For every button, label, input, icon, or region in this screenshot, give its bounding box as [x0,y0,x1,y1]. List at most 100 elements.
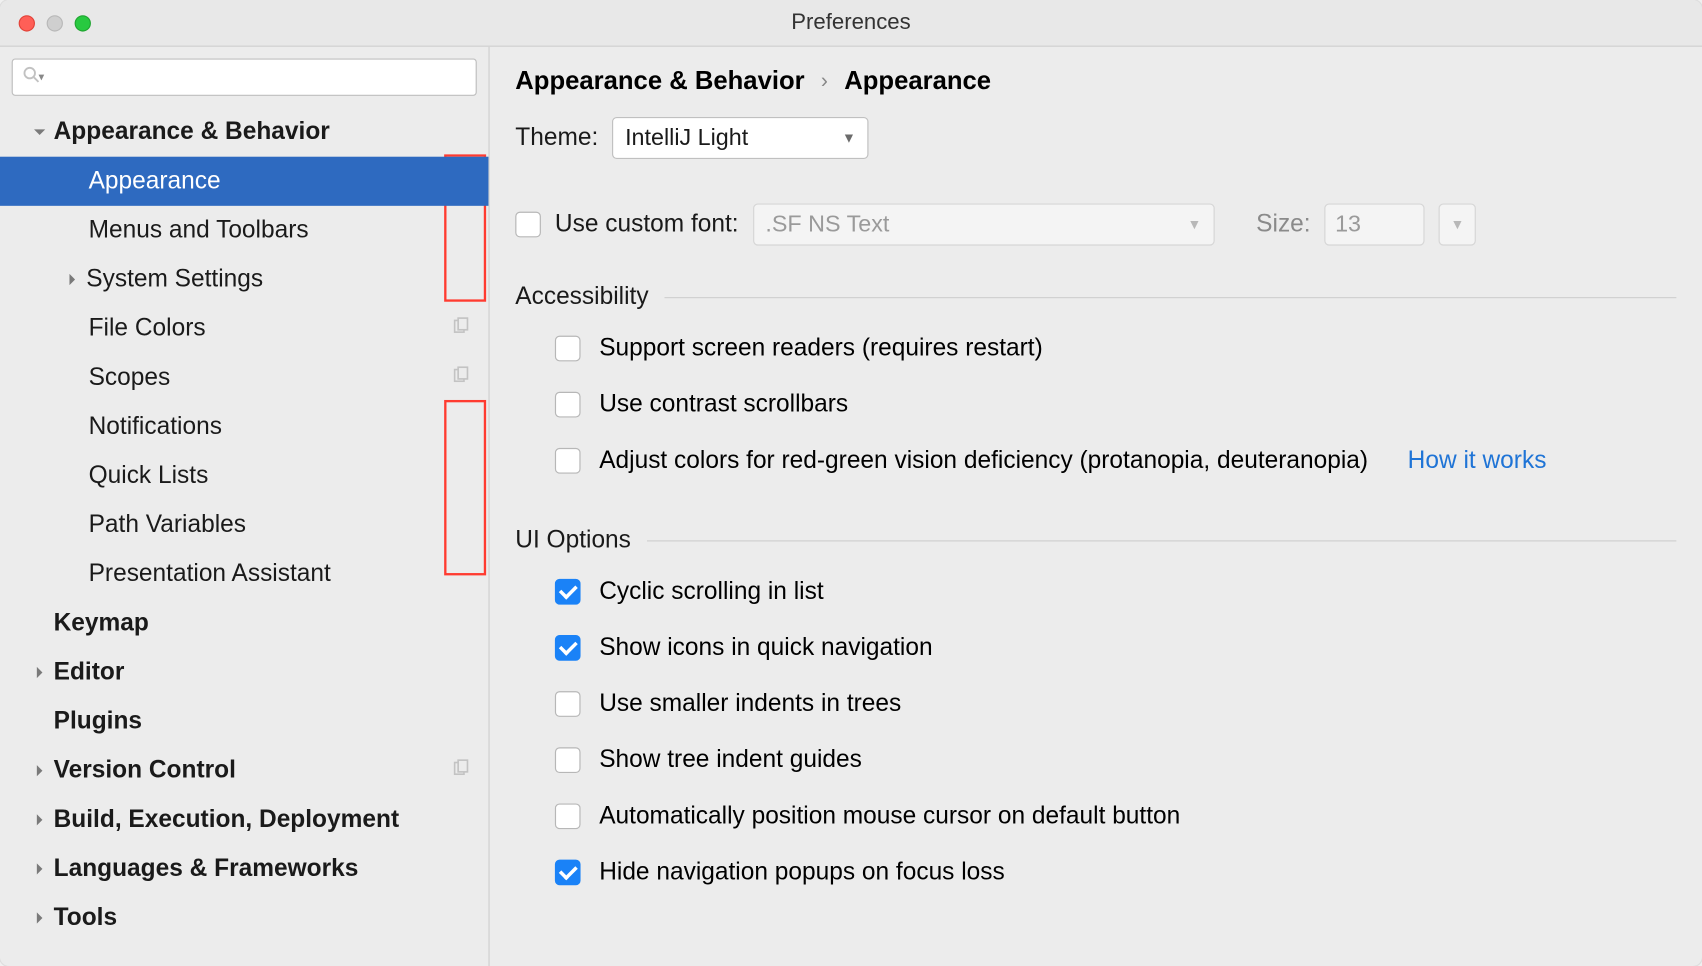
project-level-icon [451,757,470,785]
font-size-value: 13 [1335,211,1361,238]
tree-item[interactable]: Plugins [0,697,488,746]
ui-option-label: Show icons in quick navigation [599,634,932,662]
ui-option-row: Hide navigation popups on focus loss [515,844,1676,900]
font-value: .SF NS Text [765,211,889,238]
use-custom-font-checkbox[interactable] [515,212,541,238]
traffic-lights [19,15,91,31]
how-it-works-link[interactable]: How it works [1408,447,1547,475]
breadcrumb-root[interactable]: Appearance & Behavior [515,65,804,95]
font-size-dropdown[interactable]: ▼ [1439,203,1476,245]
theme-row: Theme: IntelliJ Light ▼ [515,117,1676,159]
accessibility-label: Use contrast scrollbars [599,391,848,419]
tree-item[interactable]: Languages & Frameworks [0,844,488,893]
search-input-wrap[interactable]: ▾ [12,58,477,95]
accessibility-row: Support screen readers (requires restart… [515,320,1676,376]
divider [665,296,1676,297]
tree-item-label: Menus and Toolbars [89,216,489,244]
tree-item-label: Appearance & Behavior [54,118,489,146]
chevron-down-icon [26,125,54,139]
ui-option-row: Cyclic scrolling in list [515,564,1676,620]
tree-item[interactable]: Editor [0,648,488,697]
ui-options-title: UI Options [515,526,631,554]
tree-item-label: Editor [54,658,489,686]
tree-item-label: Plugins [54,708,489,736]
accessibility-row: Adjust colors for red-green vision defic… [515,433,1676,489]
accessibility-label: Support screen readers (requires restart… [599,334,1043,362]
ui-option-checkbox[interactable] [555,635,581,661]
tree-item[interactable]: Quick Lists [0,451,488,500]
font-select[interactable]: .SF NS Text ▼ [753,203,1215,245]
tree-item-label: Presentation Assistant [89,560,489,588]
accessibility-checkbox[interactable] [555,392,581,418]
close-window-button[interactable] [19,15,35,31]
ui-option-checkbox[interactable] [555,579,581,605]
ui-option-label: Use smaller indents in trees [599,690,901,718]
tree-item[interactable]: Version Control [0,746,488,795]
minimize-window-button[interactable] [47,15,63,31]
theme-value: IntelliJ Light [625,125,748,152]
ui-options-section: UI Options [515,526,1676,554]
theme-label: Theme: [515,124,598,152]
zoom-window-button[interactable] [75,15,91,31]
tree-item-label: Tools [54,904,489,932]
accessibility-label: Adjust colors for red-green vision defic… [599,447,1368,475]
tree-item[interactable]: Keymap [0,599,488,648]
search-icon [22,65,41,90]
tree-item-label: Version Control [54,757,452,785]
tree-item-label: Appearance [89,167,489,195]
breadcrumb: Appearance & Behavior › Appearance [515,65,1676,95]
theme-select[interactable]: IntelliJ Light ▼ [612,117,868,159]
ui-option-checkbox[interactable] [555,860,581,886]
ui-option-checkbox[interactable] [555,747,581,773]
tree-item-label: System Settings [86,265,488,293]
tree-item[interactable]: Menus and Toolbars [0,206,488,255]
accessibility-title: Accessibility [515,283,648,311]
tree-item-label: File Colors [89,315,452,343]
breadcrumb-separator-icon: › [821,68,828,93]
divider [647,540,1676,541]
tree-item[interactable]: System Settings [0,255,488,304]
chevron-right-icon [26,764,54,778]
use-custom-font-label: Use custom font: [555,211,739,239]
chevron-right-icon [26,911,54,925]
tree-item[interactable]: Path Variables [0,501,488,550]
settings-tree: Appearance & Behavior Appearance Menus and… [0,103,488,966]
chevron-right-icon [58,272,86,286]
tree-item[interactable]: Tools [0,893,488,942]
breadcrumb-current: Appearance [844,65,991,95]
tree-item[interactable]: Build, Execution, Deployment [0,795,488,844]
titlebar: Preferences [0,0,1702,47]
ui-option-label: Cyclic scrolling in list [599,578,823,606]
tree-item[interactable]: Scopes [0,353,488,402]
accessibility-checkbox[interactable] [555,448,581,474]
tree-item[interactable]: File Colors [0,304,488,353]
chevron-down-icon: ▼ [1451,216,1465,232]
ui-option-row: Use smaller indents in trees [515,676,1676,732]
tree-item[interactable]: Appearance [0,157,488,206]
preferences-window: Preferences ▾ Appearance & BehaviorAppea… [0,0,1702,966]
search-input[interactable] [44,67,475,88]
tree-item[interactable]: Appearance & Behavior [0,108,488,157]
chevron-right-icon [26,665,54,679]
ui-option-row: Show tree indent guides [515,732,1676,788]
tree-item[interactable]: Presentation Assistant [0,550,488,599]
accessibility-checkbox[interactable] [555,336,581,362]
tree-item-label: Scopes [89,364,452,392]
accessibility-row: Use contrast scrollbars [515,377,1676,433]
ui-option-checkbox[interactable] [555,803,581,829]
content-pane: Appearance & Behavior › Appearance Theme… [490,47,1702,966]
chevron-down-icon: ▼ [842,130,856,146]
chevron-right-icon [26,813,54,827]
project-level-icon [451,315,470,343]
ui-option-label: Hide navigation popups on focus loss [599,858,1005,886]
size-label: Size: [1256,211,1310,239]
tree-item-label: Languages & Frameworks [54,855,489,883]
chevron-right-icon [26,862,54,876]
ui-option-checkbox[interactable] [555,691,581,717]
ui-option-label: Show tree indent guides [599,746,862,774]
font-size-input[interactable]: 13 [1325,203,1425,245]
tree-item-label: Keymap [54,609,489,637]
tree-item[interactable]: Notifications [0,402,488,451]
sidebar: ▾ Appearance & Behavior Appearance Menus a… [0,47,490,966]
tree-item-label: Quick Lists [89,462,489,490]
